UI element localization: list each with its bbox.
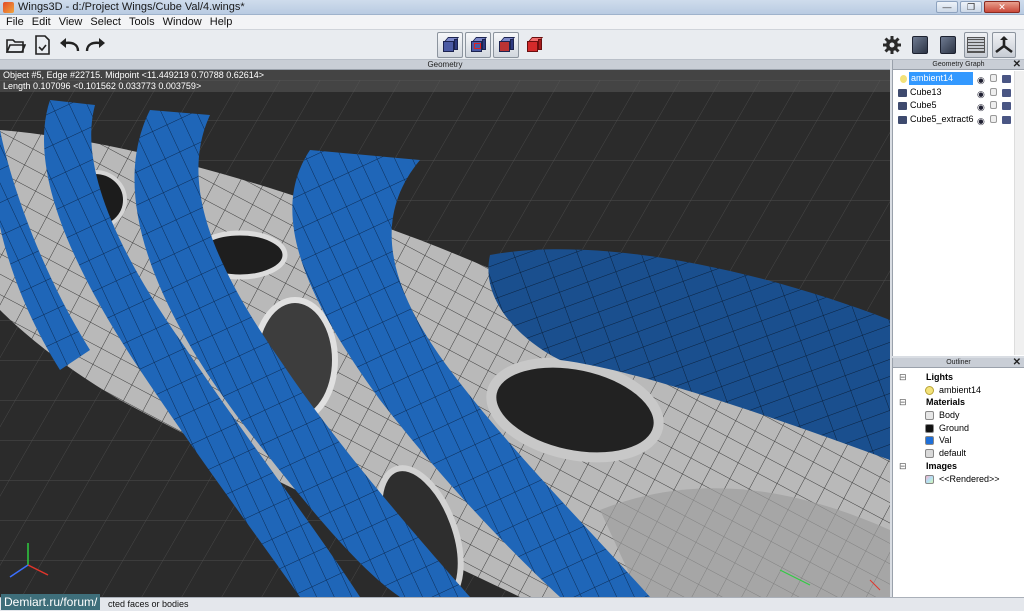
redo-icon[interactable] xyxy=(84,33,108,57)
group-label: Materials xyxy=(926,397,966,408)
menu-select[interactable]: Select xyxy=(86,16,125,28)
material-item-body[interactable]: Body xyxy=(893,409,1024,422)
material-label: Ground xyxy=(939,422,970,433)
axes-icon[interactable] xyxy=(992,32,1016,58)
graph-item-label: ambient14 xyxy=(909,72,973,85)
status-bar: cted faces or bodies xyxy=(0,597,1024,611)
wings3d-app-icon xyxy=(3,2,14,13)
lock-icon[interactable] xyxy=(990,87,997,96)
outliner-group-images[interactable]: ⊟ Images xyxy=(893,460,1024,473)
graph-item-cube5[interactable]: Cube5 ◉ xyxy=(893,99,1024,113)
groundplane-icon[interactable] xyxy=(964,32,988,58)
collapse-icon[interactable]: ⊟ xyxy=(899,396,907,408)
outliner-panel: Outliner ✕ ⊟ Lights ambient14 ⊟ Material… xyxy=(892,357,1024,597)
graph-item-ambient14[interactable]: ambient14 ◉ xyxy=(893,72,1024,86)
image-label: <<Rendered>> xyxy=(939,473,1000,484)
wireframe-icon[interactable] xyxy=(1002,115,1011,124)
lock-icon[interactable] xyxy=(990,114,997,123)
lock-icon[interactable] xyxy=(990,101,997,109)
object-cube-icon xyxy=(898,88,907,97)
light-bulb-icon xyxy=(900,75,907,83)
face-mode-button[interactable] xyxy=(493,32,519,58)
visibility-eye-icon[interactable]: ◉ xyxy=(977,115,985,128)
geometry-viewport[interactable]: Object #5, Edge #22715. Midpoint <11.449… xyxy=(0,70,890,597)
face-cube-icon xyxy=(498,37,516,53)
vertex-cube-icon xyxy=(442,37,460,53)
graph-item-cube5-extract6[interactable]: Cube5_extract6 ◉ xyxy=(893,113,1024,127)
selection-mode-group xyxy=(437,32,547,58)
edge-info-line: Object #5, Edge #22715. Midpoint <11.449… xyxy=(3,70,265,80)
menu-edit[interactable]: Edit xyxy=(28,16,55,28)
save-icon[interactable] xyxy=(30,33,54,57)
material-label: Body xyxy=(939,410,960,421)
graph-item-cube13[interactable]: Cube13 ◉ xyxy=(893,86,1024,100)
window-title: Wings3D - d:/Project Wings/Cube Val/4.wi… xyxy=(18,1,245,13)
menu-tools[interactable]: Tools xyxy=(125,16,159,28)
light-bulb-icon xyxy=(925,385,934,395)
geometry-graph-header: Geometry Graph ✕ xyxy=(893,59,1024,70)
title-bar: Wings3D - d:/Project Wings/Cube Val/4.wi… xyxy=(0,0,1024,15)
group-label: Lights xyxy=(926,372,953,382)
length-info-line: Length 0.107096 <0.101562 0.033773 0.003… xyxy=(3,81,202,91)
material-swatch-icon xyxy=(925,423,934,433)
gear-icon[interactable] xyxy=(880,32,904,58)
viewport-header: Geometry xyxy=(0,60,890,70)
material-swatch-icon xyxy=(925,436,934,446)
collapse-icon[interactable]: ⊟ xyxy=(899,371,907,383)
material-item-val[interactable]: Val xyxy=(893,434,1024,447)
body-cube-icon xyxy=(526,37,544,53)
toolbar xyxy=(0,30,1024,60)
wireframe-icon[interactable] xyxy=(1002,88,1011,97)
menu-window[interactable]: Window xyxy=(159,16,206,28)
material-item-ground[interactable]: Ground xyxy=(893,422,1024,435)
wireframe-icon[interactable] xyxy=(1002,75,1011,83)
material-label: default xyxy=(939,448,967,459)
3d-scene xyxy=(0,70,890,597)
image-thumbnail-icon xyxy=(925,474,934,484)
lock-icon[interactable] xyxy=(990,74,997,82)
menu-help[interactable]: Help xyxy=(206,16,237,28)
menu-file[interactable]: File xyxy=(2,16,28,28)
vertex-mode-button[interactable] xyxy=(437,32,463,58)
menu-bar: File Edit View Select Tools Window Help xyxy=(0,15,1024,30)
material-swatch-icon xyxy=(925,449,934,459)
graph-item-label: Cube5_extract6 xyxy=(910,113,974,124)
collapse-icon[interactable]: ⊟ xyxy=(899,460,907,472)
geometry-graph-panel: Geometry Graph ✕ ambient14 ◉ Cube13 ◉ Cu… xyxy=(892,59,1024,356)
group-label: Images xyxy=(926,460,958,471)
material-label: Val xyxy=(939,435,952,446)
light-label: ambient14 xyxy=(939,384,982,395)
close-button[interactable]: ✕ xyxy=(984,1,1020,13)
edge-cube-icon xyxy=(470,37,488,53)
outliner-title: Outliner xyxy=(946,359,971,366)
object-cube-icon xyxy=(898,102,907,110)
wireframe-icon[interactable] xyxy=(1002,102,1011,110)
outliner-light-item[interactable]: ambient14 xyxy=(893,384,1024,397)
undo-icon[interactable] xyxy=(57,33,81,57)
watermark: Demiart.ru/forum/ xyxy=(1,594,101,610)
outliner-group-materials[interactable]: ⊟ Materials xyxy=(893,396,1024,409)
outliner-header: Outliner ✕ xyxy=(893,357,1024,368)
minimize-button[interactable]: — xyxy=(936,1,958,13)
maximize-button[interactable]: ❐ xyxy=(960,1,982,13)
open-icon[interactable] xyxy=(4,33,28,57)
status-text: cted faces or bodies xyxy=(108,599,189,609)
body-mode-button[interactable] xyxy=(521,32,547,58)
menu-view[interactable]: View xyxy=(55,16,87,28)
outliner-group-lights[interactable]: ⊟ Lights xyxy=(893,371,1024,384)
viewport-info-overlay: Object #5, Edge #22715. Midpoint <11.449… xyxy=(0,70,890,92)
edge-mode-button[interactable] xyxy=(465,32,491,58)
geometry-graph-title: Geometry Graph xyxy=(932,61,985,68)
outliner-close-icon[interactable]: ✕ xyxy=(1013,357,1021,368)
image-item-rendered[interactable]: <<Rendered>> xyxy=(893,473,1024,486)
geometry-graph-scrollbar[interactable] xyxy=(1014,71,1024,355)
geometry-graph-close-icon[interactable]: ✕ xyxy=(1013,59,1021,70)
smooth-view-icon[interactable] xyxy=(908,32,932,58)
flat-view-icon[interactable] xyxy=(936,32,960,58)
object-cube-icon xyxy=(898,115,907,124)
material-item-default[interactable]: default xyxy=(893,447,1024,460)
graph-item-label: Cube13 xyxy=(910,86,942,97)
graph-item-label: Cube5 xyxy=(910,100,937,110)
material-swatch-icon xyxy=(925,411,934,421)
